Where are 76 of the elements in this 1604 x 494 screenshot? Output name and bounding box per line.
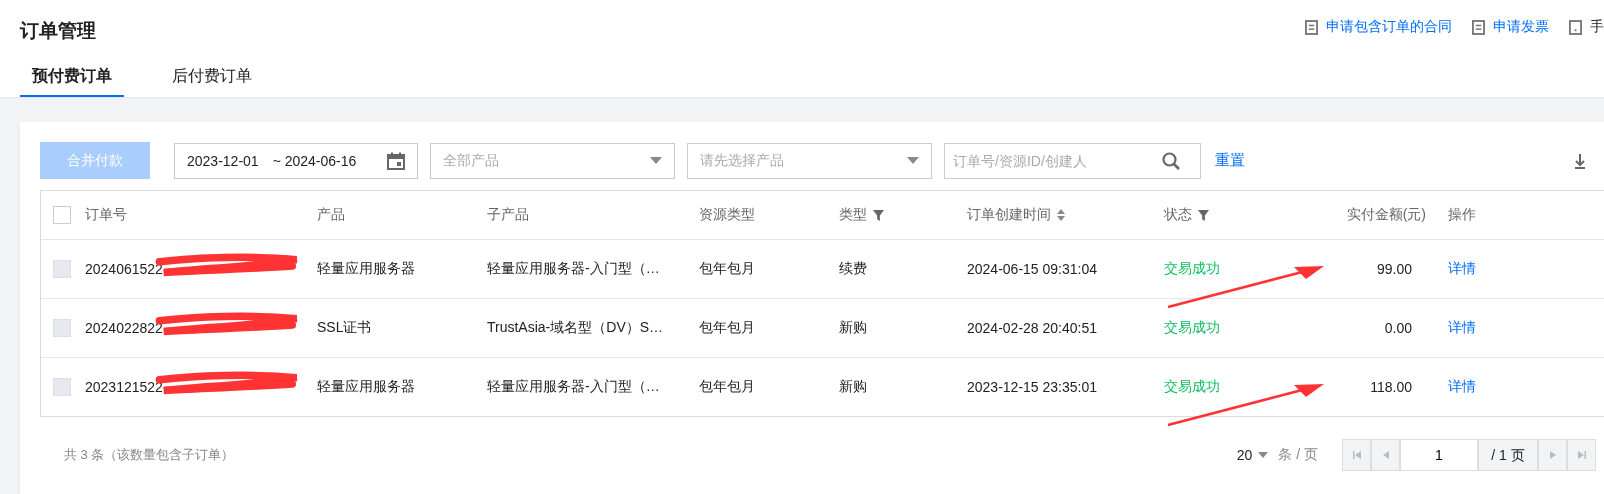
header-link[interactable]: 申请包含订单的合同 xyxy=(1326,18,1452,36)
filter-icon[interactable] xyxy=(873,209,884,221)
search-icon xyxy=(1162,151,1180,170)
calendar-icon xyxy=(387,151,405,170)
table-cell: TrustAsia-域名型（DV）S… xyxy=(487,319,664,337)
table-cell: 轻量应用服务器 xyxy=(317,260,415,278)
document-icon xyxy=(1305,19,1318,35)
page-title: 订单管理 xyxy=(20,19,96,43)
previous-page-button[interactable] xyxy=(1371,439,1400,471)
table-cell: 包年包月 xyxy=(699,260,755,278)
row-checkbox[interactable] xyxy=(53,319,71,337)
column-header: 子产品 xyxy=(487,206,529,224)
next-page-button[interactable] xyxy=(1538,439,1567,471)
status-text: 交易成功 xyxy=(1164,260,1220,278)
table-cell: 0.00 xyxy=(1384,320,1412,336)
table-cell: 2024-02-28 20:40:51 xyxy=(967,320,1097,336)
first-page-button[interactable] xyxy=(1342,439,1371,471)
reset-link[interactable]: 重置 xyxy=(1215,151,1245,170)
row-checkbox[interactable] xyxy=(53,260,71,278)
status-text: 交易成功 xyxy=(1164,378,1220,396)
next-icon xyxy=(1548,451,1557,459)
column-header: 订单创建时间 xyxy=(967,206,1051,224)
last-page-icon xyxy=(1577,451,1586,459)
table-cell: 118.00 xyxy=(1370,379,1412,395)
column-header: 状态 xyxy=(1164,206,1192,224)
table-cell: 新购 xyxy=(839,378,867,396)
column-header: 实付金额(元) xyxy=(1346,206,1426,224)
table-cell: SSL证书 xyxy=(317,319,372,337)
total-count: 共 3 条（该数量包含子订单） xyxy=(64,446,235,464)
table-cell: 轻量应用服务器-入门型（… xyxy=(487,260,660,278)
table-cell: 2024-06-15 09:31:04 xyxy=(967,261,1097,277)
tab[interactable]: 后付费订单 xyxy=(160,52,264,97)
table-cell: 2024061522 xyxy=(85,261,163,277)
subproduct-select[interactable]: 请先选择产品 xyxy=(687,142,932,179)
date-range-field[interactable]: 2023-12-01 ~ 2024-06-16 xyxy=(174,142,418,179)
select-all-checkbox[interactable] xyxy=(53,206,71,224)
page-size-select[interactable]: 20 xyxy=(1236,447,1269,463)
status-text: 交易成功 xyxy=(1164,319,1220,337)
filter-icon[interactable] xyxy=(1198,209,1209,221)
page-size-unit: 条 / 页 xyxy=(1278,446,1318,464)
download-icon[interactable] xyxy=(1575,152,1585,169)
column-header: 操作 xyxy=(1448,206,1476,224)
table-cell: 轻量应用服务器-入门型（… xyxy=(487,378,660,396)
details-link[interactable]: 详情 xyxy=(1448,378,1476,396)
caret-icon xyxy=(1258,452,1269,458)
header-link[interactable]: 手 xyxy=(1590,18,1604,36)
column-header: 资源类型 xyxy=(699,206,755,224)
table-cell: 2023121522 xyxy=(85,379,163,395)
phone-icon xyxy=(1569,19,1582,35)
row-checkbox[interactable] xyxy=(53,378,71,396)
caret-icon xyxy=(907,157,919,164)
page-total: / 1 页 xyxy=(1478,439,1538,471)
document-icon xyxy=(1472,19,1485,35)
page-input[interactable]: 1 xyxy=(1400,439,1478,471)
previous-icon xyxy=(1381,451,1390,459)
product-select[interactable]: 全部产品 xyxy=(430,142,675,179)
last-page-button[interactable] xyxy=(1567,439,1596,471)
column-header: 产品 xyxy=(317,206,345,224)
tab[interactable]: 预付费订单 xyxy=(20,52,124,97)
column-header: 订单号 xyxy=(85,206,127,224)
first-page-icon xyxy=(1352,451,1361,459)
sort-icon[interactable] xyxy=(1057,209,1065,221)
caret-icon xyxy=(650,157,662,164)
table-cell: 包年包月 xyxy=(699,378,755,396)
table-cell: 2023-12-15 23:35:01 xyxy=(967,379,1097,395)
table-cell: 包年包月 xyxy=(699,319,755,337)
table-cell: 2024022822 xyxy=(85,320,163,336)
table-cell: 续费 xyxy=(839,260,867,278)
search-field[interactable]: 订单号/资源ID/创建人 xyxy=(944,142,1201,179)
table-cell: 新购 xyxy=(839,319,867,337)
details-link[interactable]: 详情 xyxy=(1448,319,1476,337)
details-link[interactable]: 详情 xyxy=(1448,260,1476,278)
column-header: 类型 xyxy=(839,206,867,224)
header-link[interactable]: 申请发票 xyxy=(1493,18,1549,36)
table-cell: 99.00 xyxy=(1376,261,1412,277)
table-cell: 轻量应用服务器 xyxy=(317,378,415,396)
